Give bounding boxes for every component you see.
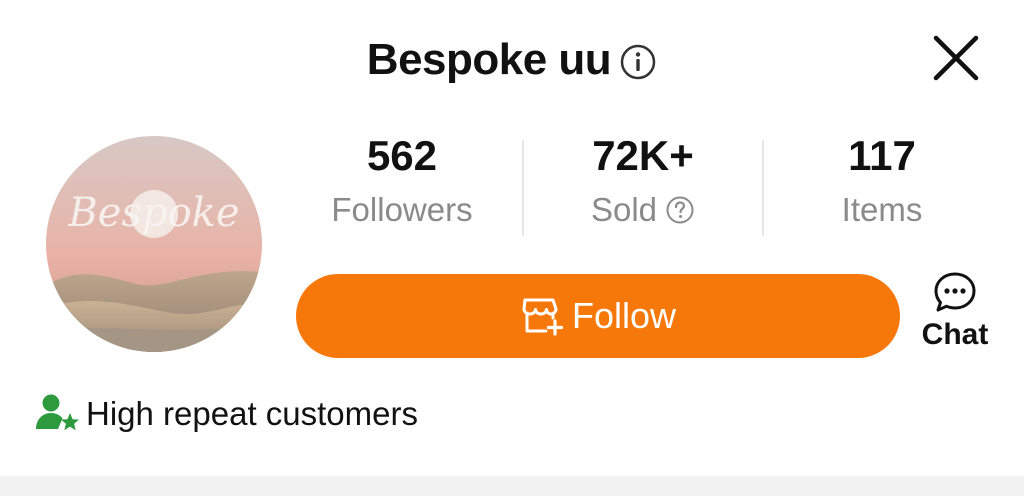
info-icon[interactable]	[619, 43, 657, 81]
close-button[interactable]	[926, 28, 986, 88]
help-icon[interactable]	[665, 195, 695, 225]
sheet-header: Bespoke uu	[0, 30, 1024, 90]
followers-count: 562	[366, 132, 438, 179]
badge-text: High repeat customers	[86, 395, 418, 432]
chat-label: Chat	[921, 318, 989, 351]
items-label: Items	[841, 191, 923, 228]
shop-avatar[interactable]: Bespoke	[46, 136, 262, 352]
avatar-image: Bespoke	[46, 136, 262, 352]
stat-sold[interactable]: 72K+ Sold	[523, 128, 763, 236]
stat-followers[interactable]: 562 Followers	[282, 128, 522, 236]
sold-count: 72K+	[592, 132, 694, 179]
shop-name: Bespoke uu	[366, 35, 612, 84]
follow-label: Follow	[571, 295, 677, 336]
follow-button[interactable]: Follow	[296, 274, 900, 358]
chat-bubble-icon	[934, 272, 976, 312]
avatar-logo-text: Bespoke	[67, 190, 239, 236]
sheet-bottom-area	[0, 476, 1024, 496]
close-icon	[933, 35, 979, 81]
chat-button[interactable]: Chat	[912, 270, 998, 352]
shop-stats: 562 Followers 72K+ Sold 117 Items	[282, 128, 1004, 238]
user-star-icon	[36, 394, 79, 431]
shop-badge: High repeat customers	[36, 390, 418, 438]
store-plus-icon	[522, 298, 564, 336]
items-count: 117	[848, 132, 916, 179]
followers-label: Followers	[331, 191, 473, 228]
sold-label: Sold	[590, 191, 658, 228]
stat-items[interactable]: 117 Items	[762, 128, 1002, 236]
shop-info-sheet: Bespoke uu Bespoke 562 Followers 72K+ So…	[0, 0, 1024, 476]
